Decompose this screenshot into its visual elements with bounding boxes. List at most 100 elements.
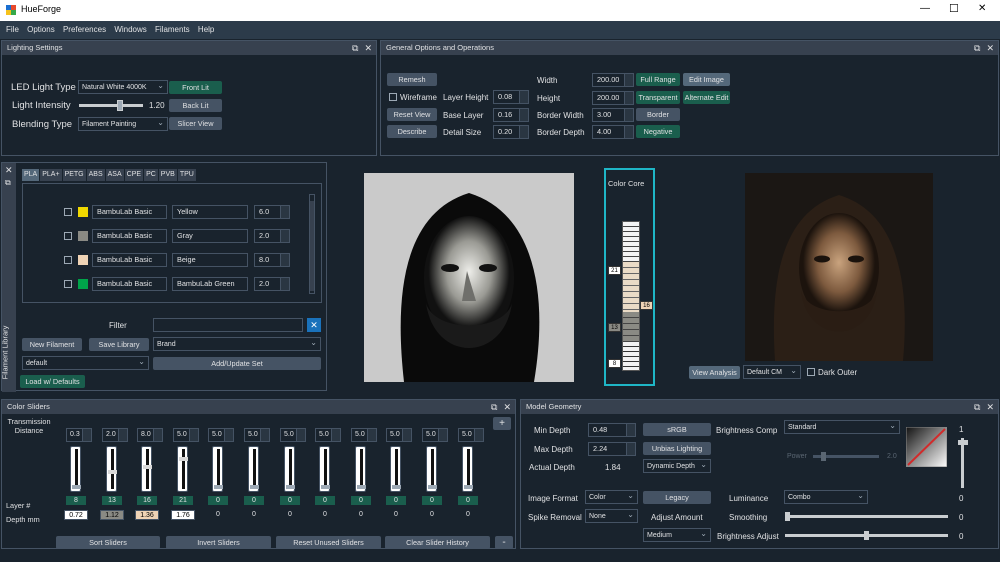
brightness-comp-select[interactable]: Standard xyxy=(784,420,900,434)
lithophane-preview[interactable] xyxy=(364,173,574,382)
color-layer-slider[interactable] xyxy=(177,446,188,492)
image-format-select[interactable]: Color xyxy=(585,490,638,504)
td-input[interactable]: 8.0 xyxy=(254,253,290,267)
unbias-lighting-button[interactable]: Unbias Lighting xyxy=(643,442,711,455)
smoothing-slider[interactable] xyxy=(785,512,948,521)
load-defaults-button[interactable]: Load w/ Defaults xyxy=(20,375,85,388)
min-depth-input[interactable]: 0.48 xyxy=(588,423,636,437)
new-filament-button[interactable]: New Filament xyxy=(22,338,82,351)
detail-size-input[interactable]: 0.20 xyxy=(493,125,529,139)
undock-icon[interactable]: ⧉ xyxy=(5,178,11,188)
slider-handle[interactable] xyxy=(428,485,437,489)
adjust-amount-select[interactable]: Medium xyxy=(643,528,711,542)
luminance-select[interactable]: Combo xyxy=(784,490,868,504)
menu-windows[interactable]: Windows xyxy=(111,21,149,39)
slicer-view-button[interactable]: Slicer View xyxy=(169,117,222,130)
dark-outer-checkbox[interactable] xyxy=(807,368,815,376)
reset-unused-sliders-button[interactable]: Reset Unused Sliders xyxy=(276,536,381,549)
height-input[interactable]: 200.00 xyxy=(592,91,634,105)
brand-field[interactable]: BambuLab Basic xyxy=(92,229,167,243)
transmission-distance-input[interactable]: 5.0 xyxy=(280,428,306,442)
name-field[interactable]: Beige xyxy=(172,253,248,267)
slider-handle[interactable] xyxy=(357,485,366,489)
transmission-distance-input[interactable]: 5.0 xyxy=(244,428,270,442)
brand-select[interactable]: Brand xyxy=(153,337,321,351)
transmission-distance-input[interactable]: 8.0 xyxy=(137,428,163,442)
brightness-adjust-slider[interactable] xyxy=(785,531,948,540)
power-slider[interactable] xyxy=(813,452,879,461)
front-lit-button[interactable]: Front Lit xyxy=(169,81,222,94)
remesh-button[interactable]: Remesh xyxy=(387,73,437,86)
clear-filter-button[interactable]: ✕ xyxy=(307,318,321,332)
brand-field[interactable]: BambuLab Basic xyxy=(92,205,167,219)
back-lit-button[interactable]: Back Lit xyxy=(169,99,222,112)
spike-removal-select[interactable]: None xyxy=(585,509,638,523)
menu-options[interactable]: Options xyxy=(24,21,58,39)
full-range-button[interactable]: Full Range xyxy=(636,73,680,86)
tab-asa[interactable]: ASA xyxy=(105,169,124,181)
transmission-distance-input[interactable]: 5.0 xyxy=(208,428,234,442)
describe-button[interactable]: Describe xyxy=(387,125,437,138)
name-field[interactable]: Yellow xyxy=(172,205,248,219)
light-intensity-slider[interactable] xyxy=(79,100,143,111)
close-icon[interactable]: ✕ xyxy=(986,43,994,53)
color-layer-slider[interactable] xyxy=(319,446,330,492)
slider-handle[interactable] xyxy=(286,485,295,489)
slider-handle[interactable] xyxy=(250,485,259,489)
td-input[interactable]: 2.0 xyxy=(254,229,290,243)
negative-button[interactable]: Negative xyxy=(636,125,680,138)
color-layer-slider[interactable] xyxy=(141,446,152,492)
add-slider-button[interactable]: + xyxy=(493,417,511,430)
legacy-button[interactable]: Legacy xyxy=(643,491,711,504)
row-checkbox[interactable] xyxy=(64,208,72,216)
transmission-distance-input[interactable]: 5.0 xyxy=(315,428,341,442)
tab-pc[interactable]: PC xyxy=(144,169,158,181)
list-item[interactable]: BambuLab Basic Yellow 6.0 xyxy=(64,205,324,219)
layer-height-input[interactable]: 0.08 xyxy=(493,90,529,104)
border-button[interactable]: Border xyxy=(636,108,680,121)
minimize-button[interactable]: — xyxy=(920,3,930,14)
name-field[interactable]: BambuLab Green xyxy=(172,277,248,291)
tab-pla[interactable]: PLA xyxy=(22,169,40,181)
color-layer-slider[interactable] xyxy=(248,446,259,492)
transmission-distance-input[interactable]: 5.0 xyxy=(173,428,199,442)
edit-image-button[interactable]: Edit Image xyxy=(683,73,730,86)
row-checkbox[interactable] xyxy=(64,280,72,288)
row-checkbox[interactable] xyxy=(64,256,72,264)
border-depth-input[interactable]: 4.00 xyxy=(592,125,634,139)
max-depth-input[interactable]: 2.24 xyxy=(588,442,636,456)
slider-handle[interactable] xyxy=(108,470,117,474)
maximize-button[interactable]: ☐ xyxy=(949,2,959,15)
srgb-button[interactable]: sRGB xyxy=(643,423,711,436)
brand-field[interactable]: BambuLab Basic xyxy=(92,277,167,291)
close-button[interactable]: ✕ xyxy=(978,3,986,14)
color-layer-slider[interactable] xyxy=(426,446,437,492)
clear-slider-history-button[interactable]: Clear Slider History xyxy=(385,536,490,549)
name-field[interactable]: Gray xyxy=(172,229,248,243)
cm-select[interactable]: Default CM xyxy=(743,365,801,379)
transmission-distance-input[interactable]: 2.0 xyxy=(102,428,128,442)
wireframe-checkbox[interactable] xyxy=(389,93,397,101)
row-checkbox[interactable] xyxy=(64,232,72,240)
td-input[interactable]: 6.0 xyxy=(254,205,290,219)
vertical-brightness-slider[interactable] xyxy=(958,438,968,488)
td-input[interactable]: 2.0 xyxy=(254,277,290,291)
transmission-distance-input[interactable]: 5.0 xyxy=(422,428,448,442)
width-input[interactable]: 200.00 xyxy=(592,73,634,87)
undock-icon[interactable]: ⧉ xyxy=(352,43,358,53)
tab-pla-plus[interactable]: PLA+ xyxy=(40,169,62,181)
undock-icon[interactable]: ⧉ xyxy=(974,402,980,412)
tab-cpe[interactable]: CPE xyxy=(124,169,144,181)
color-layer-slider[interactable] xyxy=(390,446,401,492)
sort-sliders-button[interactable]: Sort Sliders xyxy=(56,536,160,549)
border-width-input[interactable]: 3.00 xyxy=(592,108,634,122)
menu-help[interactable]: Help xyxy=(195,21,217,39)
tab-pvb[interactable]: PVB xyxy=(158,169,177,181)
close-icon[interactable]: ✕ xyxy=(986,402,994,412)
remove-slider-button[interactable]: - xyxy=(495,536,513,549)
menu-filaments[interactable]: Filaments xyxy=(152,21,193,39)
slider-handle[interactable] xyxy=(321,485,330,489)
slider-handle[interactable] xyxy=(72,485,81,489)
slider-handle[interactable] xyxy=(214,485,223,489)
color-layer-slider[interactable] xyxy=(355,446,366,492)
